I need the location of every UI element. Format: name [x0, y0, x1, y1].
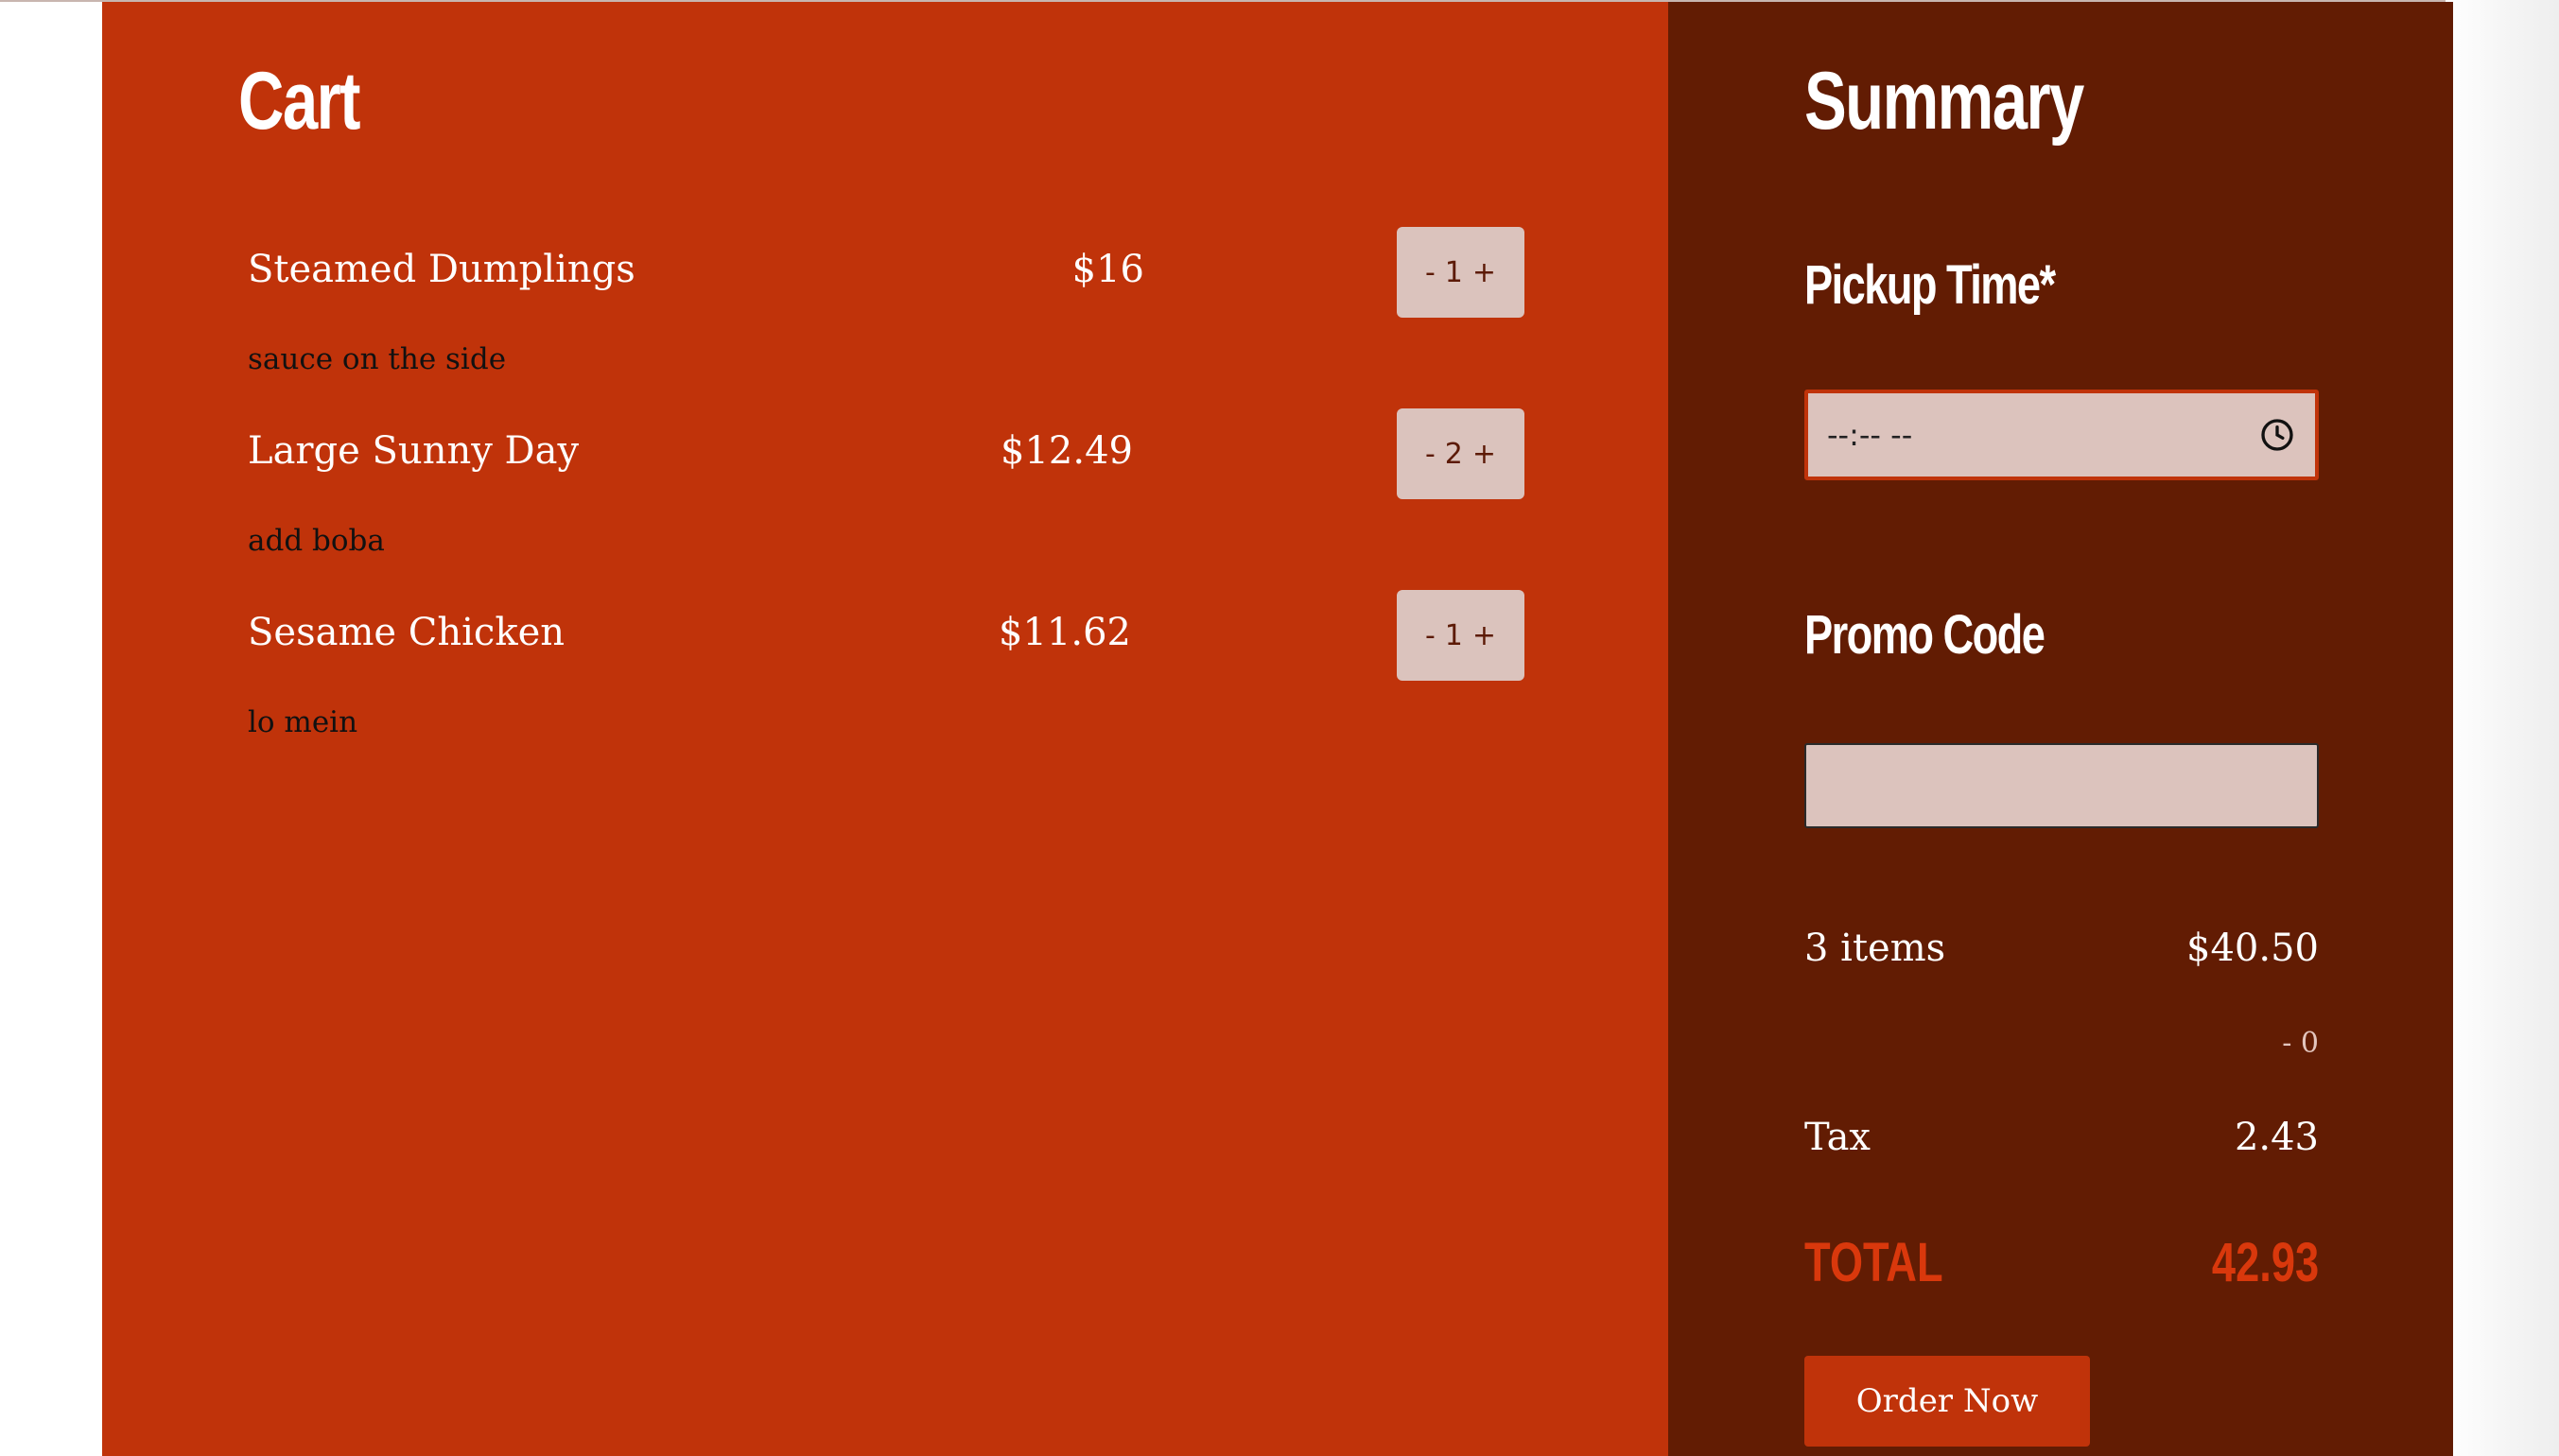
tax-label: Tax	[1804, 1116, 1871, 1159]
summary-panel: Summary Pickup Time* --:-- -- Promo Code…	[1668, 2, 2453, 1456]
discount-value: - 0	[2282, 1027, 2319, 1060]
item-price: $12.49	[1001, 429, 1133, 473]
quantity-stepper[interactable]: - 2 +	[1396, 408, 1524, 499]
item-price: $16	[1071, 248, 1144, 291]
scrollbar-track[interactable]	[2446, 0, 2559, 1456]
pickup-time-input[interactable]: --:-- --	[1804, 390, 2319, 480]
item-price: $11.62	[999, 611, 1131, 654]
item-note: sauce on the side	[248, 342, 507, 376]
quantity-stepper[interactable]: - 1 +	[1396, 590, 1524, 681]
total-row: TOTAL 42.93	[1804, 1231, 2319, 1294]
discount-row: - 0	[1804, 1027, 2319, 1060]
cart-item: Steamed Dumplings $16 - 1 + sauce on the…	[102, 227, 1668, 427]
tax-row: Tax 2.43	[1804, 1116, 2319, 1159]
promo-code-input[interactable]	[1804, 743, 2319, 828]
decrease-quantity-button[interactable]: -	[1425, 619, 1436, 652]
tax-value: 2.43	[2234, 1116, 2319, 1159]
promo-code-label: Promo Code	[1804, 604, 2045, 666]
cart-item: Sesame Chicken $11.62 - 1 + lo mein	[102, 590, 1668, 790]
items-count: 3 items	[1804, 927, 1946, 970]
pickup-time-label: Pickup Time*	[1804, 254, 2056, 316]
cart-panel: Cart Steamed Dumplings $16 - 1 + sauce o…	[102, 2, 1668, 1456]
quantity-value: 1	[1444, 618, 1463, 652]
increase-quantity-button[interactable]: +	[1472, 256, 1496, 289]
cart-item: Large Sunny Day $12.49 - 2 + add boba	[102, 408, 1668, 609]
checkout-page: Cart Steamed Dumplings $16 - 1 + sauce o…	[102, 2, 2453, 1456]
increase-quantity-button[interactable]: +	[1472, 438, 1496, 471]
quantity-value: 1	[1444, 255, 1463, 289]
order-now-button[interactable]: Order Now	[1804, 1356, 2090, 1447]
quantity-value: 2	[1444, 437, 1463, 471]
item-name: Sesame Chicken	[248, 611, 565, 654]
cart-title: Cart	[238, 56, 361, 147]
item-note: lo mein	[248, 705, 358, 739]
item-name: Large Sunny Day	[248, 429, 580, 473]
pickup-time-placeholder: --:-- --	[1827, 417, 1913, 453]
decrease-quantity-button[interactable]: -	[1425, 256, 1436, 289]
quantity-stepper[interactable]: - 1 +	[1396, 227, 1524, 318]
decrease-quantity-button[interactable]: -	[1425, 438, 1436, 471]
item-name: Steamed Dumplings	[248, 248, 635, 291]
total-value: 42.93	[2211, 1232, 2319, 1293]
item-note: add boba	[248, 524, 385, 558]
total-label: TOTAL	[1804, 1232, 1943, 1293]
clock-icon[interactable]	[2258, 416, 2296, 454]
subtotal-row: 3 items $40.50	[1804, 927, 2319, 970]
summary-title: Summary	[1804, 56, 2084, 147]
subtotal-value: $40.50	[2186, 927, 2319, 970]
increase-quantity-button[interactable]: +	[1472, 619, 1496, 652]
